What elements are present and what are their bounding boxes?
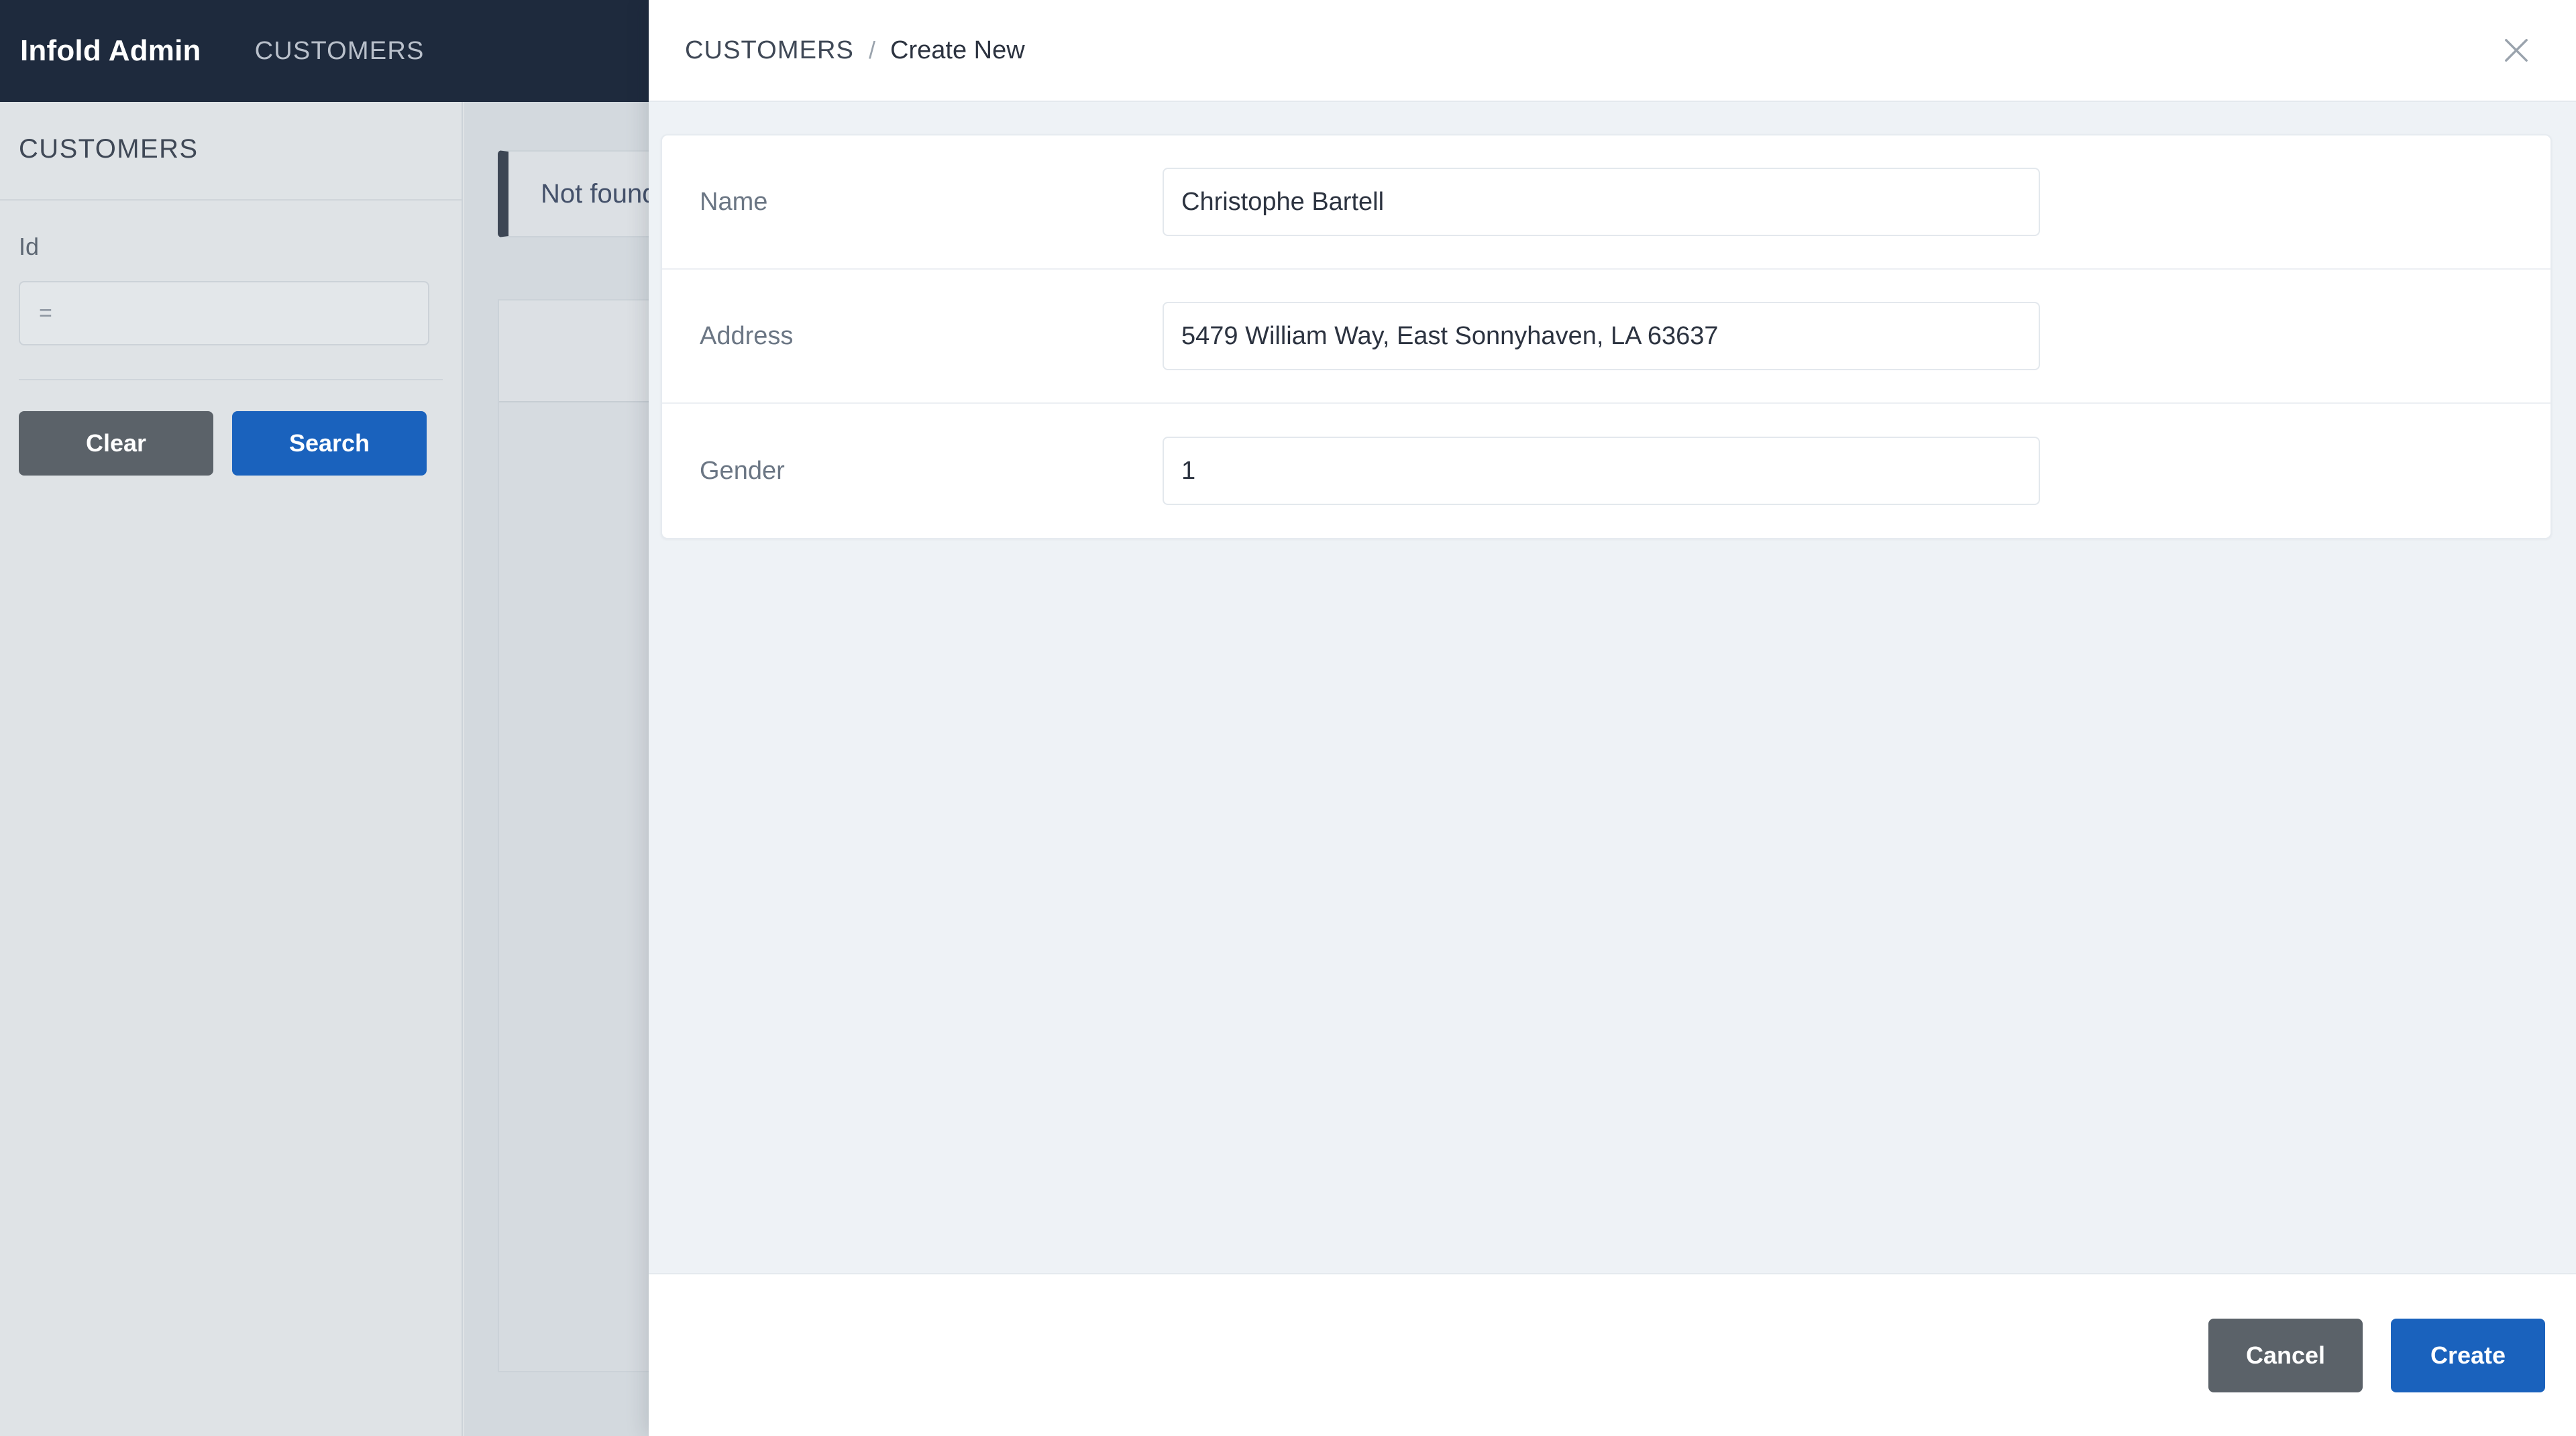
search-button[interactable]: Search: [232, 411, 427, 476]
nav-link-customers[interactable]: CUSTOMERS: [255, 37, 425, 66]
app-root: Infold Admin CUSTOMERS CUSTOMERS Id Clea…: [0, 0, 2576, 1436]
create-form-card: Name Address Gender: [661, 134, 2552, 539]
breadcrumb-customers[interactable]: CUSTOMERS: [685, 36, 854, 65]
name-field[interactable]: [1163, 168, 2040, 236]
label-gender: Gender: [700, 456, 785, 485]
label-address: Address: [700, 321, 794, 350]
close-icon: [2499, 33, 2534, 68]
gender-field[interactable]: [1163, 437, 2040, 505]
filter-id-label: Id: [19, 233, 40, 260]
clear-button[interactable]: Clear: [19, 411, 213, 476]
brand-title[interactable]: Infold Admin: [20, 34, 201, 68]
modal-footer: Cancel Create: [649, 1273, 2576, 1436]
form-row-gender: Gender: [662, 404, 2551, 538]
close-modal-button[interactable]: [2487, 21, 2545, 79]
filter-id-input[interactable]: [19, 281, 429, 345]
breadcrumb-separator: /: [869, 36, 876, 64]
cancel-button[interactable]: Cancel: [2208, 1318, 2363, 1392]
sidebar-actions: Clear Search: [0, 380, 462, 476]
create-new-modal: CUSTOMERS / Create New Name Christophe B…: [649, 0, 2576, 1436]
form-row-name: Name: [662, 135, 2551, 270]
breadcrumb-create-new: Create New: [890, 36, 1025, 64]
breadcrumb: CUSTOMERS / Create New: [685, 36, 2487, 65]
label-name: Name: [700, 187, 768, 216]
sidebar: CUSTOMERS Id Clear Search: [0, 102, 463, 1436]
form-row-address: Address: [662, 270, 2551, 404]
create-button[interactable]: Create: [2391, 1318, 2545, 1392]
sidebar-title: CUSTOMERS: [19, 134, 199, 164]
address-field[interactable]: [1163, 302, 2040, 370]
modal-header: CUSTOMERS / Create New: [649, 0, 2576, 102]
not-found-alert-text: Not found: [541, 178, 657, 209]
modal-body: Name Address Gender: [649, 102, 2576, 1273]
